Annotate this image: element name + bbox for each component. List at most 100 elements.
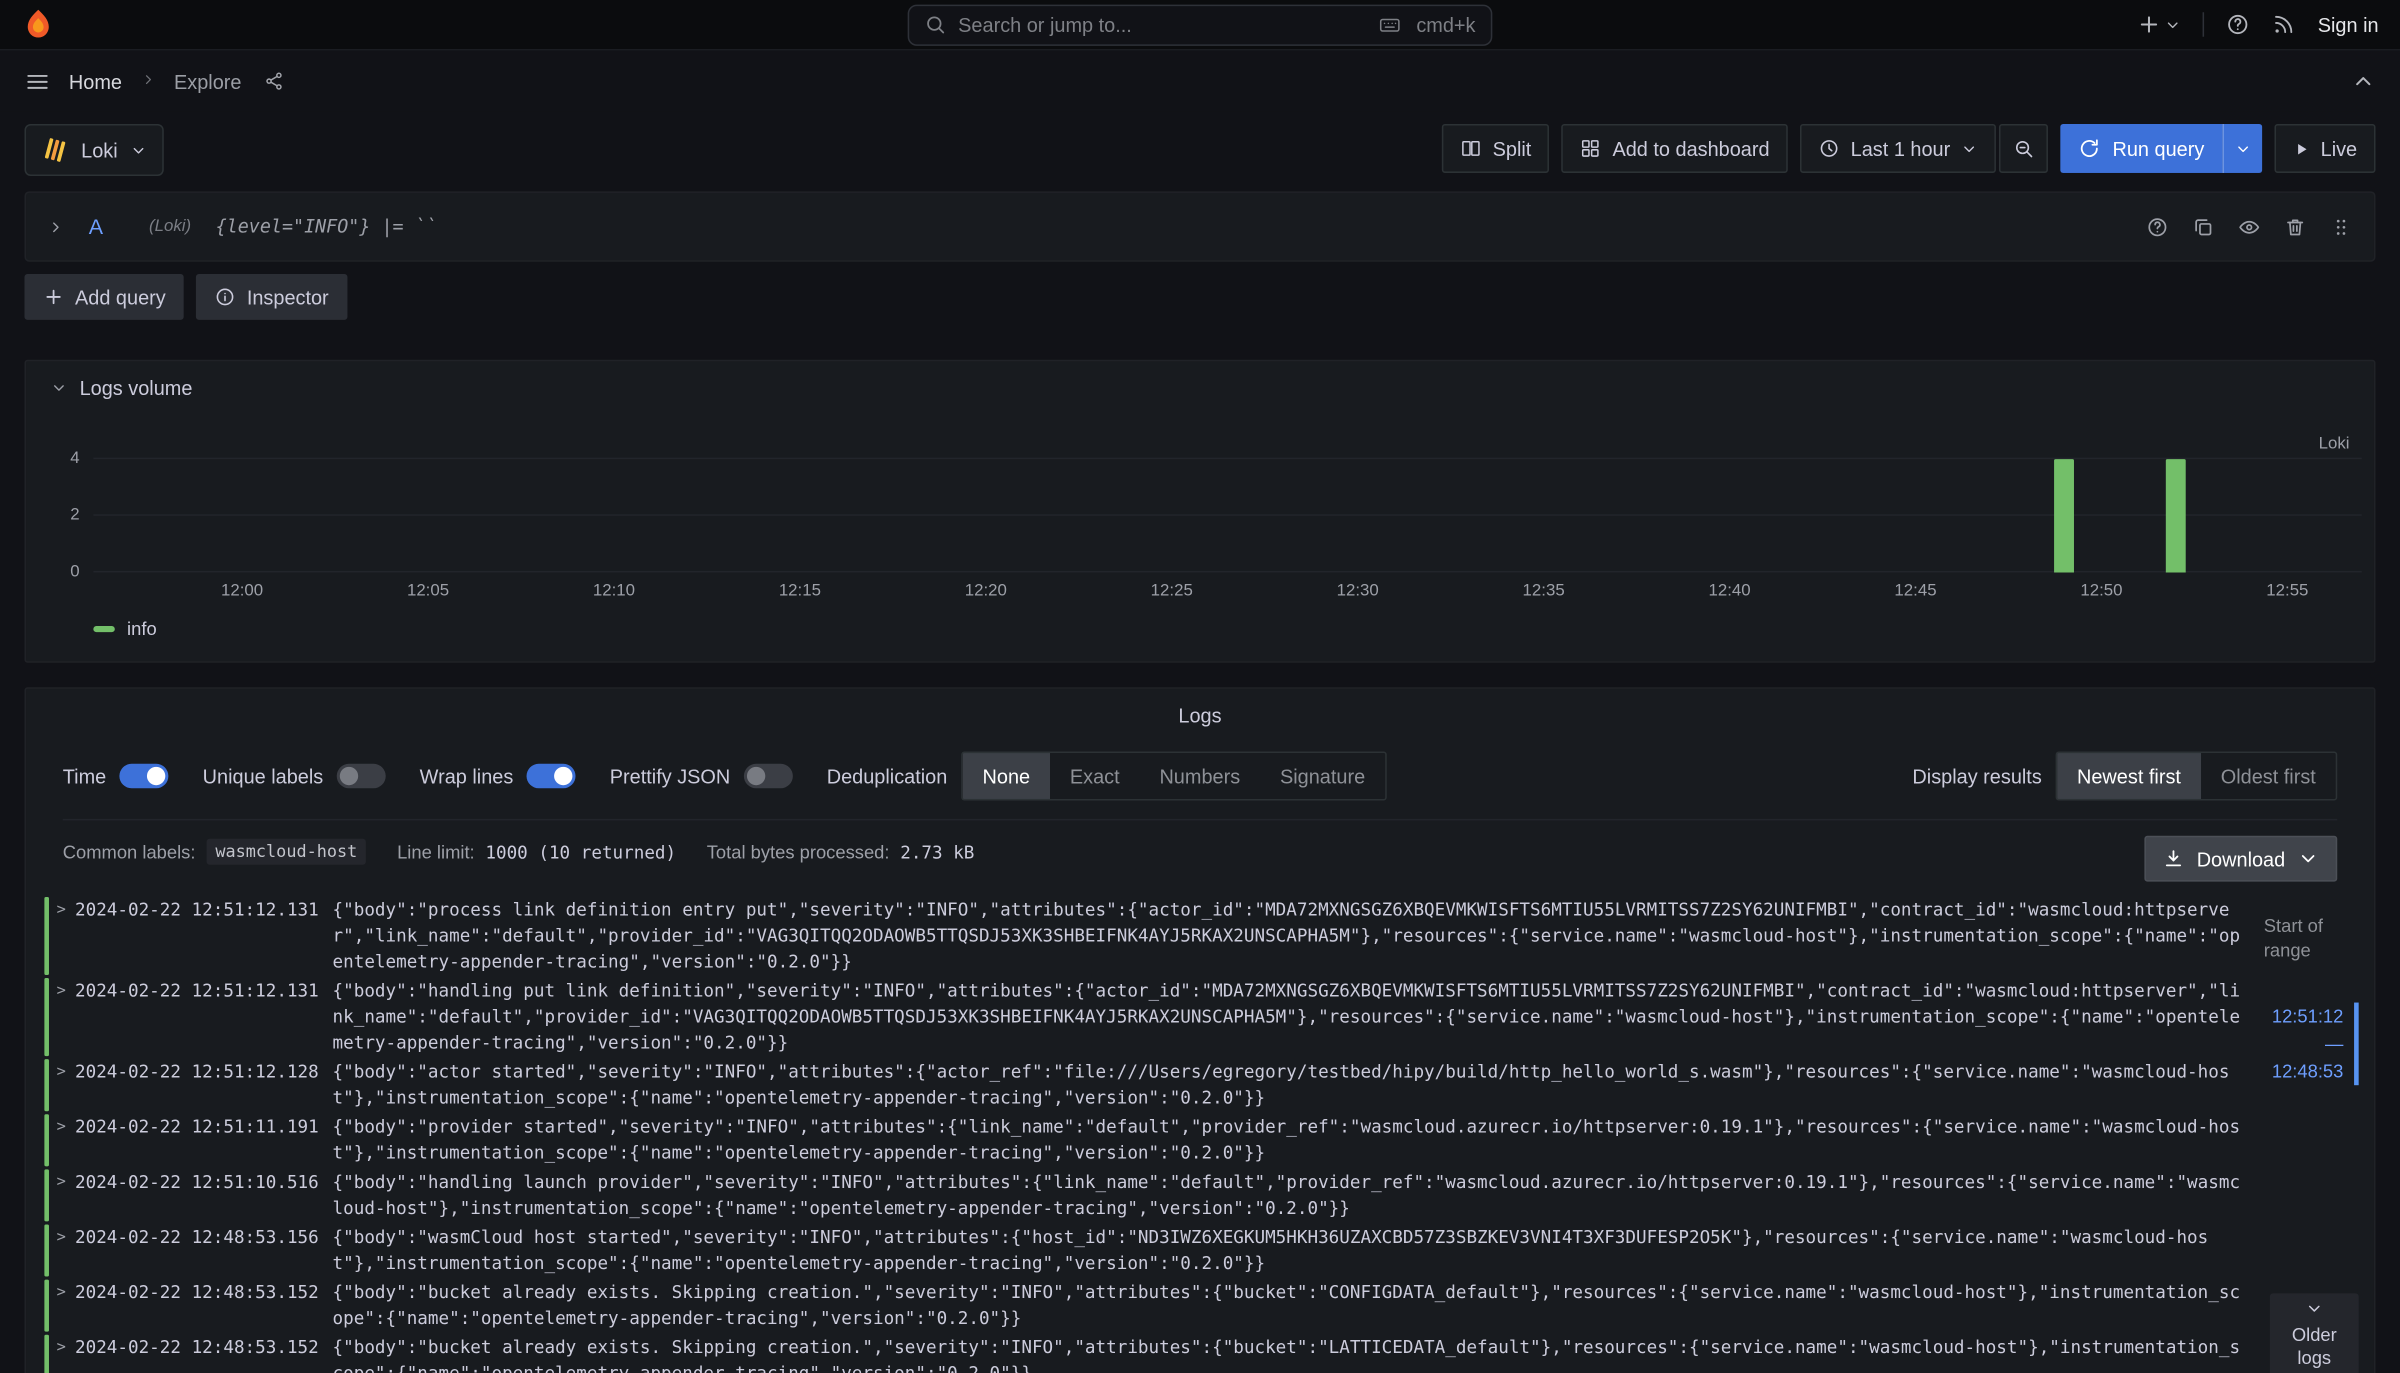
inspector-label: Inspector — [247, 285, 329, 308]
log-line: {"body":"actor started","severity":"INFO… — [333, 1059, 2249, 1111]
log-line: {"body":"handling launch provider","seve… — [333, 1169, 2249, 1221]
option-none[interactable]: None — [963, 753, 1050, 799]
log-line: {"body":"bucket already exists. Skipping… — [333, 1280, 2249, 1332]
log-row[interactable]: >2024-02-22 12:48:53.156{"body":"wasmClo… — [44, 1223, 2248, 1278]
deduplication-control: Deduplication NoneExactNumbersSignature — [827, 752, 1387, 801]
toggle-switch[interactable] — [120, 764, 169, 788]
run-query-interval-dropdown[interactable] — [2223, 124, 2263, 173]
logs-volume-plot[interactable] — [93, 450, 2361, 572]
toggle-switch[interactable] — [744, 764, 793, 788]
log-row[interactable]: >2024-02-22 12:51:12.131{"body":"handlin… — [44, 977, 2248, 1058]
legend-label-info[interactable]: info — [127, 618, 157, 639]
duplicate-query-icon[interactable] — [2192, 215, 2215, 238]
log-expand-chevron[interactable]: > — [57, 1114, 75, 1166]
log-row[interactable]: >2024-02-22 12:48:53.152 {"body":"bucket … — [44, 1278, 2248, 1333]
log-row[interactable]: >2024-02-22 12:51:12.128{"body":"actor s… — [44, 1058, 2248, 1113]
deduplication-label: Deduplication — [827, 765, 948, 788]
sign-in-link[interactable]: Sign in — [2318, 13, 2379, 36]
plus-icon — [2137, 12, 2161, 36]
log-expand-chevron[interactable]: > — [57, 1335, 75, 1373]
volume-legend: info — [93, 618, 2361, 639]
log-row[interactable]: >2024-02-22 12:48:53.152{"body":"bucket … — [44, 1333, 2248, 1373]
common-labels-label: Common labels: — [63, 841, 196, 862]
log-expand-chevron[interactable]: > — [57, 1059, 75, 1111]
log-row[interactable]: >2024-02-22 12:51:12.131{"body":"process… — [44, 895, 2248, 976]
news-button[interactable] — [2272, 12, 2296, 36]
common-labels-badge[interactable]: wasmcloud-host — [206, 839, 366, 865]
query-collapse-chevron[interactable] — [47, 218, 64, 235]
x-axis-tick: 12:25 — [1151, 582, 1193, 600]
time-range-picker[interactable]: Last 1 hour — [1800, 124, 1996, 173]
y-axis-tick: 2 — [70, 507, 79, 524]
explore-toolbar: Loki Split Add to dashboard Last 1 hour — [0, 112, 2400, 176]
zoom-out-time-button[interactable] — [1999, 124, 2048, 173]
log-expand-chevron[interactable]: > — [57, 897, 75, 975]
log-navigation-rail: Start of range 12:51:12 — 12:48:53 — [2264, 915, 2359, 1085]
query-help-icon[interactable] — [2146, 215, 2169, 238]
disable-query-icon[interactable] — [2238, 215, 2261, 238]
info-icon — [215, 286, 236, 307]
log-expand-chevron[interactable]: > — [57, 1280, 75, 1332]
log-range-indicator[interactable]: 12:51:12 — 12:48:53 — [2264, 1003, 2359, 1086]
split-label: Split — [1493, 137, 1532, 160]
display-results-label: Display results — [1912, 765, 2041, 788]
option-numbers[interactable]: Numbers — [1140, 753, 1261, 799]
older-logs-button[interactable]: Older logs — [2270, 1293, 2359, 1373]
log-expand-chevron[interactable]: > — [57, 978, 75, 1056]
log-level-indicator — [44, 1169, 49, 1221]
keyboard-icon — [1377, 13, 1405, 36]
log-row[interactable]: >2024-02-22 12:51:10.516{"body":"handlin… — [44, 1168, 2248, 1223]
option-newest-first[interactable]: Newest first — [2057, 753, 2201, 799]
run-query-button[interactable]: Run query — [2060, 124, 2222, 173]
logs-volume-chart: 024 12:0012:0512:1012:1512:2012:2512:301… — [51, 450, 2362, 640]
breadcrumb-home[interactable]: Home — [69, 70, 122, 93]
add-query-button[interactable]: Add query — [24, 274, 184, 320]
clock-icon — [1819, 138, 1840, 159]
logs-volume-xaxis: 12:0012:0512:1012:1512:2012:2512:3012:35… — [93, 582, 2361, 605]
option-signature[interactable]: Signature — [1260, 753, 1385, 799]
y-axis-tick: 0 — [70, 564, 79, 581]
split-button[interactable]: Split — [1442, 124, 1550, 173]
breadcrumb-current: Explore — [174, 70, 241, 93]
total-bytes-label: Total bytes processed: — [707, 841, 890, 862]
log-level-indicator — [44, 978, 49, 1056]
x-axis-tick: 12:50 — [2080, 582, 2122, 600]
log-expand-chevron[interactable]: > — [57, 1224, 75, 1276]
collapse-controls-button[interactable] — [2351, 69, 2375, 93]
range-from: 12:51:12 — [2264, 1003, 2344, 1031]
drag-handle-icon[interactable] — [2330, 215, 2353, 238]
datasource-picker[interactable]: Loki — [24, 124, 163, 176]
log-timestamp: 2024-02-22 12:48:53.152 — [75, 1280, 319, 1332]
search-input[interactable]: Search or jump to... cmd+k — [908, 4, 1493, 45]
log-expand-chevron[interactable]: > — [57, 1169, 75, 1221]
toggle-switch[interactable] — [337, 764, 386, 788]
chevron-down-icon — [2235, 140, 2252, 157]
option-oldest-first[interactable]: Oldest first — [2201, 753, 2336, 799]
log-level-indicator — [44, 1059, 49, 1111]
toggle-label: Unique labels — [203, 765, 324, 788]
share-shortened-link-button[interactable] — [263, 70, 284, 91]
total-bytes-value: 2.73 kB — [900, 841, 974, 862]
query-ref-id[interactable]: A — [89, 214, 103, 238]
download-button[interactable]: Download — [2145, 836, 2338, 882]
remove-query-icon[interactable] — [2284, 215, 2307, 238]
option-exact[interactable]: Exact — [1050, 753, 1140, 799]
toggle-switch[interactable] — [527, 764, 576, 788]
zoom-out-icon — [2013, 138, 2034, 159]
live-label: Live — [2321, 137, 2358, 160]
search-placeholder: Search or jump to... — [958, 13, 1132, 36]
query-preview[interactable]: {level="INFO"} |= `` — [216, 216, 437, 237]
log-row[interactable]: >2024-02-22 12:51:11.191{"body":"provide… — [44, 1113, 2248, 1168]
rss-icon — [2272, 12, 2296, 36]
live-button[interactable]: Live — [2275, 124, 2376, 173]
add-to-dashboard-button[interactable]: Add to dashboard — [1562, 124, 1788, 173]
new-menu-button[interactable] — [2137, 12, 2181, 36]
logs-volume-header[interactable]: Logs volume — [26, 361, 2374, 415]
log-timestamp: 2024-02-22 12:48:53.152 — [75, 1335, 319, 1373]
inspector-button[interactable]: Inspector — [196, 274, 347, 320]
mega-menu-button[interactable] — [24, 68, 50, 94]
help-button[interactable] — [2226, 12, 2250, 36]
time-toggle: Time — [63, 764, 169, 788]
deduplication-options: NoneExactNumbersSignature — [961, 752, 1387, 801]
grafana-logo[interactable] — [21, 8, 55, 42]
